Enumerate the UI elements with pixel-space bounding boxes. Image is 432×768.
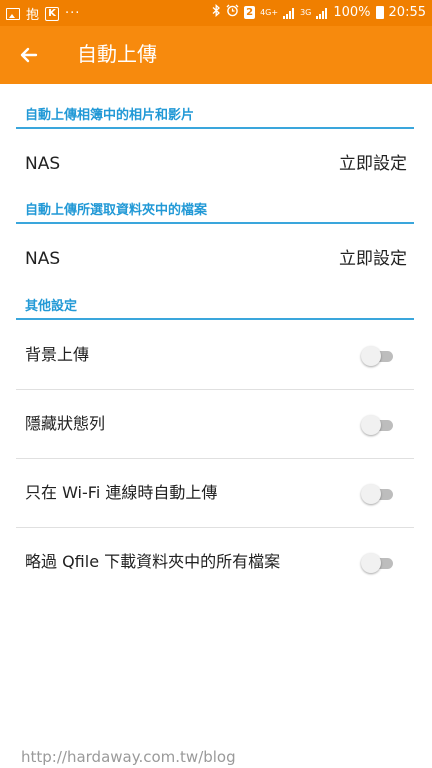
setting-row-background-upload[interactable]: 背景上傳 (16, 321, 414, 390)
setting-row-wifi-only[interactable]: 只在 Wi-Fi 連線時自動上傳 (16, 459, 414, 528)
setting-row-skip-qfile-downloads[interactable]: 略過 Qfile 下載資料夾中的所有檔案 (16, 528, 414, 597)
section-divider (16, 127, 414, 129)
skip-qfile-downloads-toggle[interactable] (361, 553, 395, 573)
k-icon: K (45, 6, 60, 21)
signal-icon-2 (316, 7, 328, 19)
page-title: 自動上傳 (77, 42, 157, 66)
alarm-icon (226, 4, 239, 21)
setting-label: 隱藏狀態列 (25, 414, 106, 433)
setup-now-button[interactable]: 立即設定 (339, 154, 407, 174)
setting-label: 背景上傳 (25, 345, 90, 364)
setup-now-button[interactable]: 立即設定 (339, 249, 407, 269)
bluetooth-icon (212, 4, 221, 21)
watermark: http://hardaway.com.tw/blog (21, 748, 236, 766)
section-header-photos: 自動上傳相簿中的相片和影片 (25, 108, 195, 123)
section-header-other: 其他設定 (25, 299, 78, 314)
network-4g-label: 4G+ (260, 7, 279, 17)
nas-label: NAS (25, 249, 61, 269)
notification-badge: 2 (244, 6, 256, 19)
status-bar-right: 2 4G+ 3G 100% 20:55 (207, 4, 426, 21)
app-text-icon: 抱 (26, 8, 40, 23)
back-button[interactable] (14, 40, 44, 70)
photo-icon (6, 7, 20, 20)
nas-row-photos[interactable]: NAS 立即設定 (0, 140, 432, 188)
clock: 20:55 (388, 5, 426, 20)
screen: 抱 K ··· 2 4G+ 3G 100% 20:55 自動上傳 自動上傳相簿中… (0, 0, 432, 768)
nas-label: NAS (25, 154, 61, 174)
hide-status-bar-toggle[interactable] (361, 415, 395, 435)
background-upload-toggle[interactable] (361, 346, 395, 366)
more-dots-icon: ··· (65, 6, 81, 21)
section-divider (16, 318, 414, 320)
arrow-left-icon (20, 47, 38, 63)
setting-label: 略過 Qfile 下載資料夾中的所有檔案 (25, 552, 281, 571)
status-bar: 抱 K ··· 2 4G+ 3G 100% 20:55 (0, 0, 432, 26)
app-bar: 自動上傳 (0, 26, 432, 84)
battery-icon (375, 6, 384, 19)
section-divider (16, 222, 414, 224)
nas-row-folders[interactable]: NAS 立即設定 (0, 235, 432, 283)
setting-row-hide-status-bar[interactable]: 隱藏狀態列 (16, 390, 414, 459)
setting-label: 只在 Wi-Fi 連線時自動上傳 (25, 483, 218, 502)
network-3g-label: 3G (300, 7, 312, 17)
signal-icon (283, 7, 295, 19)
status-bar-left: 抱 K ··· (6, 4, 86, 23)
battery-percent: 100% (333, 5, 371, 20)
wifi-only-toggle[interactable] (361, 484, 395, 504)
section-header-folders: 自動上傳所選取資料夾中的檔案 (25, 203, 208, 218)
